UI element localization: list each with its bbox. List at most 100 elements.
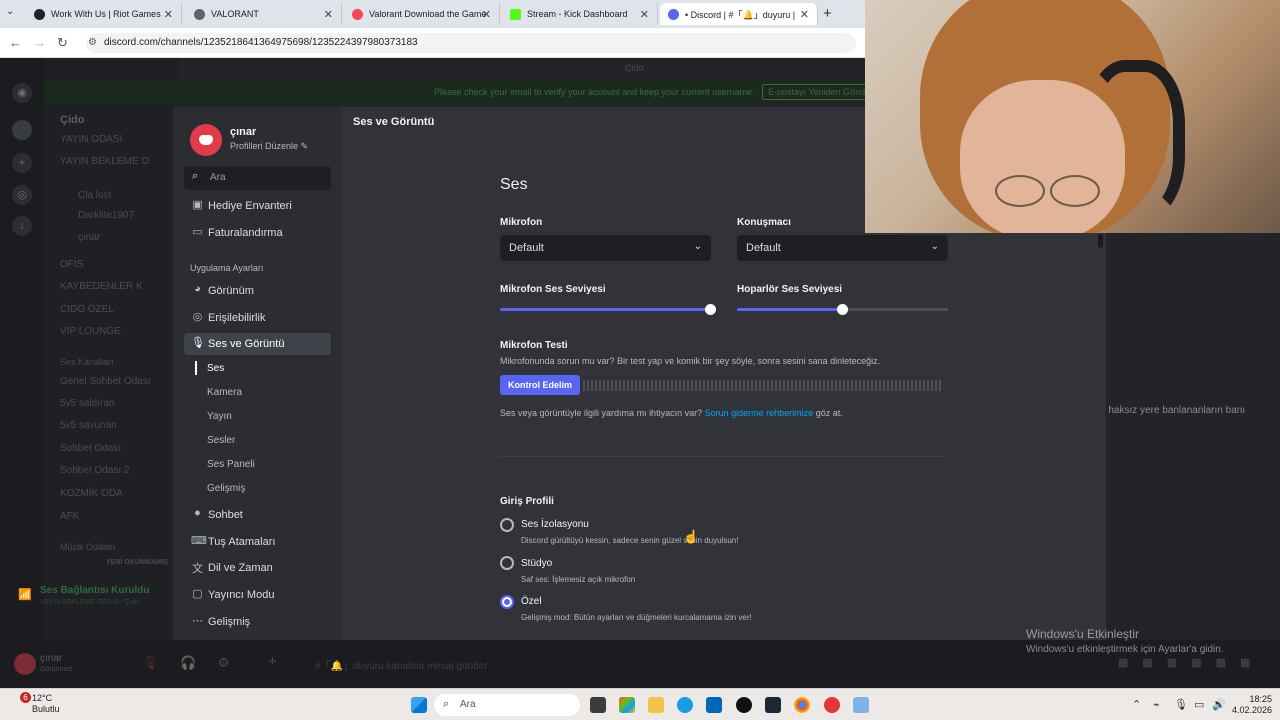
sidebar-item-appearance[interactable]: ◕ Görünüm: [184, 280, 331, 302]
profile-avatar[interactable]: [190, 124, 222, 156]
tab-search-chevron-icon[interactable]: ⌄: [6, 6, 14, 17]
scrollbar[interactable]: [1098, 234, 1103, 248]
radio-custom[interactable]: [500, 595, 514, 609]
discord-home-icon[interactable]: ◉: [12, 83, 32, 103]
speaker-volume-slider[interactable]: [737, 304, 948, 315]
subitem-sounds[interactable]: Sesler: [207, 435, 235, 446]
network-app-icon[interactable]: [853, 697, 869, 713]
server-name[interactable]: Çido: [60, 114, 84, 126]
copilot-icon[interactable]: [619, 697, 635, 713]
sidebar-item-language-time[interactable]: 文 Dil ve Zaman: [184, 557, 331, 579]
mic-select[interactable]: Default ⌄: [500, 235, 711, 261]
reload-icon[interactable]: ↻: [57, 35, 68, 51]
close-tab-icon[interactable]: ✕: [324, 8, 333, 21]
category-label[interactable]: Ses Kanalları: [60, 357, 114, 367]
channel-item[interactable]: KOZMİK ODA: [60, 488, 123, 499]
subitem-stream[interactable]: Yayın: [207, 411, 232, 422]
weather-widget[interactable]: 12°C Bulutlu: [32, 693, 60, 715]
channel-item[interactable]: KAYBEDENLER K: [60, 281, 143, 292]
close-tab-icon[interactable]: ✕: [640, 8, 649, 21]
mute-mic-icon[interactable]: 🎙: [142, 655, 159, 671]
file-explorer-icon[interactable]: [648, 697, 664, 713]
edge-icon[interactable]: [677, 697, 693, 713]
download-icon[interactable]: ↓: [12, 216, 32, 236]
browser-tab[interactable]: Stream - Kick Dashboard ✕: [502, 3, 658, 25]
chat-toolbar-icons[interactable]: ▦▦▦▦▦▦: [1118, 656, 1264, 669]
sidebar-item-billing[interactable]: ▭ Faturalandırma: [184, 222, 331, 244]
add-attachment-icon[interactable]: +: [268, 653, 277, 670]
forward-arrow-icon[interactable]: →: [33, 35, 46, 50]
microphone-icon[interactable]: 🎙: [1174, 698, 1188, 711]
slider-handle[interactable]: [705, 304, 716, 315]
sidebar-item-keybinds[interactable]: ⌨ Tuş Atamaları: [184, 531, 331, 553]
message-input[interactable]: #「🔔」duyuru kanalına mesaj gönder: [315, 657, 488, 672]
show-hidden-icons-chevron-icon[interactable]: ⌃: [1132, 698, 1141, 711]
sidebar-item-advanced[interactable]: ⋯ Gelişmiş: [184, 611, 331, 633]
settings-gear-icon[interactable]: ⚙: [218, 655, 230, 671]
category-label[interactable]: Müzik Odaları: [60, 542, 116, 552]
browser-tab[interactable]: VALORANT ✕: [186, 3, 342, 25]
back-arrow-icon[interactable]: ←: [9, 35, 22, 50]
volume-icon[interactable]: 🔊: [1212, 698, 1226, 711]
url-field[interactable]: discord.com/channels/1235218641364975698…: [86, 33, 856, 53]
sidebar-item-accessibility[interactable]: ◎ Erişilebilirlik: [184, 307, 331, 329]
channel-item[interactable]: YAYIN ODASI: [60, 134, 122, 145]
channel-item[interactable]: Sohbet Odası 2: [60, 465, 130, 476]
server-icon[interactable]: [12, 120, 32, 140]
voice-member[interactable]: Cla lost: [78, 190, 111, 201]
resend-email-button[interactable]: E-postayı Yeniden Gönd: [762, 84, 872, 100]
site-info-icon[interactable]: ⚙: [88, 37, 97, 48]
voice-member[interactable]: Darklite1907: [78, 210, 134, 221]
edit-profiles-link[interactable]: Profilleri Düzenle ✎: [230, 141, 308, 152]
chrome-icon[interactable]: [794, 697, 810, 713]
xbox-icon[interactable]: [736, 697, 752, 713]
sidebar-item-voice-video[interactable]: 🎙 Ses ve Görüntü: [184, 333, 331, 355]
slider-handle[interactable]: [836, 304, 848, 315]
channel-item[interactable]: YAYIN BEKLEME O: [60, 156, 149, 167]
close-tab-icon[interactable]: ✕: [482, 8, 491, 21]
subitem-camera[interactable]: Kamera: [207, 387, 242, 398]
task-view-icon[interactable]: [590, 697, 606, 713]
channel-item[interactable]: Genel Sohbet Odası: [60, 376, 151, 387]
sidebar-item-streamer-mode[interactable]: ▢ Yayıncı Modu: [184, 584, 331, 606]
subitem-voice[interactable]: Ses: [207, 363, 224, 374]
explore-icon[interactable]: ◎: [12, 185, 32, 205]
browser-tab-active[interactable]: • Discord | #「🔔」duyuru | Ç ✕: [660, 3, 818, 25]
browser-tab[interactable]: Work With Us | Riot Games ✕: [26, 3, 182, 25]
store-icon[interactable]: [706, 697, 722, 713]
subitem-advanced[interactable]: Gelişmiş: [207, 483, 245, 494]
channel-item[interactable]: OFİS: [60, 259, 83, 270]
headphones-icon[interactable]: 🎧: [180, 655, 196, 671]
taskbar-search[interactable]: ⌕ Ara: [434, 694, 580, 716]
display-icon[interactable]: ▭: [1194, 698, 1204, 711]
steam-icon[interactable]: [765, 697, 781, 713]
troubleshooting-link[interactable]: Sorun giderme rehberimize: [705, 408, 814, 418]
voice-member[interactable]: çınar: [78, 232, 100, 243]
browser-tab[interactable]: Valorant Download the Game ✕: [344, 3, 500, 25]
channel-item[interactable]: VIP LOUNGE: [60, 326, 121, 337]
channel-item[interactable]: AFK: [60, 511, 79, 522]
speaker-select[interactable]: Default ⌄: [737, 235, 948, 261]
sidebar-item-gift-inventory[interactable]: ▣ Hediye Envanteri: [184, 195, 331, 217]
mic-test-button[interactable]: Kontrol Edelim: [500, 375, 581, 395]
avatar[interactable]: [14, 653, 36, 675]
riot-client-icon[interactable]: [824, 697, 840, 713]
channel-item[interactable]: Sohbet Odası: [60, 443, 121, 454]
close-tab-icon[interactable]: ✕: [800, 8, 809, 21]
settings-search-input[interactable]: ⌕ Ara: [184, 166, 331, 190]
add-server-icon[interactable]: +: [12, 153, 32, 173]
subitem-soundboard[interactable]: Ses Paneli: [207, 459, 255, 470]
new-tab-button[interactable]: +: [823, 5, 832, 22]
radio-studio[interactable]: [500, 556, 514, 570]
mic-volume-slider[interactable]: [500, 304, 716, 315]
channel-item[interactable]: CİDO ÖZEL: [60, 304, 114, 315]
sidebar-item-chat[interactable]: ● Sohbet: [184, 504, 331, 526]
radio-voice-isolation[interactable]: [500, 518, 514, 532]
start-windows-icon[interactable]: [411, 697, 427, 713]
close-tab-icon[interactable]: ✕: [164, 8, 173, 21]
system-clock[interactable]: 18:25 4.02.2026: [1232, 694, 1272, 716]
channel-item[interactable]: 5v5 saldıran: [60, 398, 114, 409]
network-icon[interactable]: ⌁: [1153, 698, 1160, 711]
channel-item[interactable]: 5v5 savunan: [60, 420, 117, 431]
new-unread-pill[interactable]: YENİ OKUNMAMIŞ: [106, 559, 168, 566]
